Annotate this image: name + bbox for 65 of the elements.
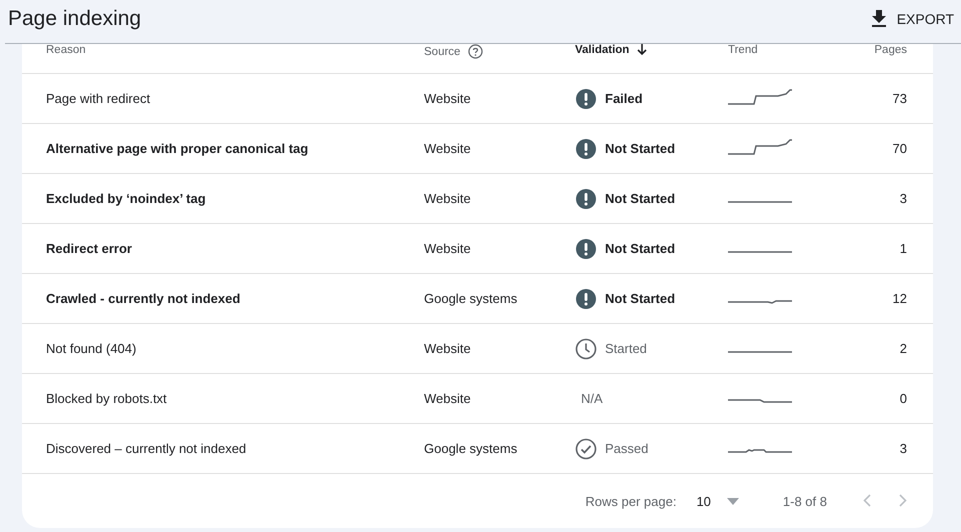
rows-per-page-select[interactable]: 10 bbox=[696, 494, 739, 509]
reason-cell: Page with redirect bbox=[46, 91, 150, 106]
reason-cell: Discovered – currently not indexed bbox=[46, 441, 246, 456]
page-range: 1-8 of 8 bbox=[782, 494, 827, 509]
source-cell: Google systems bbox=[424, 291, 518, 306]
source-cell: Website bbox=[424, 141, 471, 156]
column-header[interactable]: Validation bbox=[575, 44, 630, 56]
source-cell: Website bbox=[424, 391, 471, 406]
trend-sparkline bbox=[728, 449, 792, 453]
column-header[interactable]: Trend bbox=[728, 44, 758, 56]
pages-count: 3 bbox=[900, 191, 907, 206]
pages-count: 2 bbox=[900, 341, 907, 356]
trend-sparkline bbox=[728, 351, 792, 353]
export-button[interactable]: EXPORT bbox=[866, 6, 958, 32]
validation-status: Not Started bbox=[605, 241, 676, 256]
column-header[interactable]: Source bbox=[424, 46, 460, 58]
trend-sparkline bbox=[728, 300, 792, 304]
validation-status: Started bbox=[605, 341, 647, 356]
validation-status: Failed bbox=[605, 91, 643, 106]
sort-down-icon bbox=[637, 44, 648, 56]
validation-status: N/A bbox=[581, 391, 603, 406]
reason-cell: Excluded by ‘noindex’ tag bbox=[46, 191, 206, 206]
source-cell: Google systems bbox=[424, 441, 518, 456]
alert-icon bbox=[575, 288, 597, 310]
source-cell: Website bbox=[424, 341, 471, 356]
trend-sparkline bbox=[728, 201, 792, 203]
pages-count: 1 bbox=[900, 241, 907, 256]
validation-status: Passed bbox=[605, 441, 648, 456]
trend-sparkline bbox=[728, 251, 792, 253]
help-icon bbox=[468, 44, 484, 59]
column-header[interactable]: Pages bbox=[874, 44, 907, 56]
check-circle-icon bbox=[575, 438, 597, 460]
validation-status: Not Started bbox=[605, 141, 676, 156]
pages-count: 0 bbox=[900, 391, 907, 406]
reason-cell: Not found (404) bbox=[46, 341, 136, 356]
previous-page-button[interactable] bbox=[863, 494, 871, 510]
alert-icon bbox=[575, 138, 597, 160]
validation-status: Not Started bbox=[605, 291, 676, 306]
reason-cell: Crawled - currently not indexed bbox=[46, 291, 240, 306]
caret-icon bbox=[726, 498, 739, 505]
reason-cell: Blocked by robots.txt bbox=[46, 391, 167, 406]
alert-icon bbox=[575, 188, 597, 210]
clock-icon bbox=[575, 338, 597, 360]
download-icon bbox=[870, 10, 887, 28]
page-title: Page indexing bbox=[8, 6, 142, 30]
trend-sparkline bbox=[728, 89, 792, 105]
source-cell: Website bbox=[424, 241, 471, 256]
chevron-left-icon bbox=[863, 494, 871, 506]
next-page-button[interactable] bbox=[899, 494, 907, 510]
validation-status: Not Started bbox=[605, 191, 676, 206]
pages-count: 3 bbox=[900, 441, 907, 456]
source-cell: Website bbox=[424, 191, 471, 206]
alert-icon bbox=[575, 238, 597, 260]
trend-sparkline bbox=[728, 139, 792, 155]
pages-count: 12 bbox=[892, 291, 907, 306]
pages-count: 70 bbox=[892, 141, 907, 156]
source-cell: Website bbox=[424, 91, 471, 106]
chevron-right-icon bbox=[899, 494, 907, 506]
reason-cell: Redirect error bbox=[46, 241, 132, 256]
trend-sparkline bbox=[728, 399, 792, 403]
column-header[interactable]: Reason bbox=[46, 44, 86, 56]
rows-per-page-label: Rows per page: bbox=[585, 494, 676, 509]
pages-count: 73 bbox=[892, 91, 907, 106]
reason-cell: Alternative page with proper canonical tag bbox=[46, 141, 308, 156]
alert-icon bbox=[575, 88, 597, 110]
